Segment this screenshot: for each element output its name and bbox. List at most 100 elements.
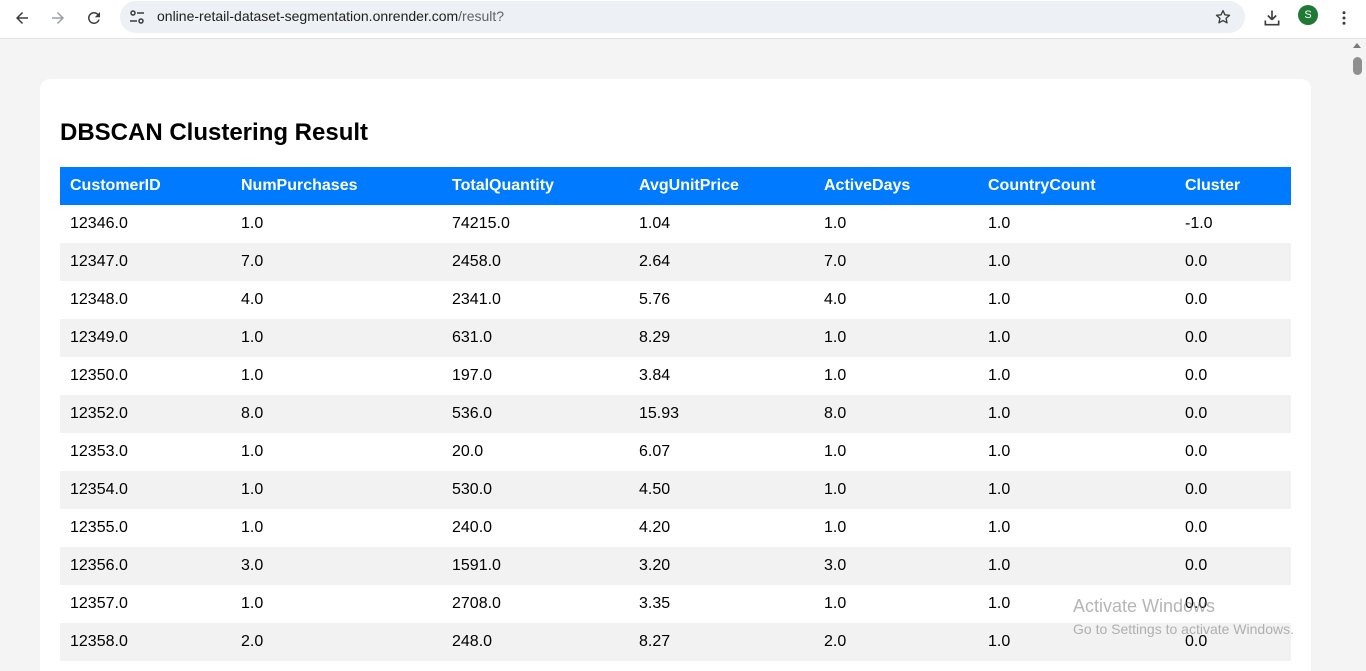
browser-toolbar: online-retail-dataset-segmentation.onren… — [0, 0, 1366, 39]
table-cell: 0.0 — [1185, 443, 1208, 460]
arrow-left-icon — [16, 12, 28, 24]
table-row: 12349.0 1.0 631.0 8.29 1.0 1.0 0.0 — [60, 319, 1291, 357]
column-header: TotalQuantity — [452, 177, 554, 194]
table-cell: 12346.0 — [70, 215, 128, 232]
column-header: CountryCount — [988, 177, 1096, 194]
table-cell: 20.0 — [452, 443, 484, 460]
table-cell: 0.0 — [1185, 519, 1208, 536]
table-cell: 2708.0 — [452, 595, 501, 612]
table-cell: 1.0 — [824, 443, 847, 460]
table-body: 12346.0 1.0 74215.0 1.04 1.0 1.0 -1.0 12347.0 7.… — [60, 205, 1291, 661]
table-cell: 248.0 — [452, 633, 493, 650]
table-cell: 4.20 — [639, 519, 671, 536]
table-cell: 0.0 — [1185, 481, 1208, 498]
menu-button[interactable] — [1329, 3, 1359, 33]
result-card: DBSCAN Clustering Result CustomerID NumPu… — [40, 79, 1311, 671]
table-cell: 12353.0 — [70, 443, 128, 460]
table-cell: 3.35 — [639, 595, 671, 612]
table-cell: 1.0 — [988, 633, 1011, 650]
table-cell: 8.0 — [241, 405, 264, 422]
table-row: 12354.0 1.0 530.0 4.50 1.0 1.0 0.0 — [60, 471, 1291, 509]
table-cell: 2.0 — [824, 633, 847, 650]
table-cell: 0.0 — [1185, 557, 1208, 574]
reload-button[interactable] — [79, 3, 109, 33]
table-row: 12356.0 3.0 1591.0 3.20 3.0 1.0 0.0 — [60, 547, 1291, 585]
site-info-icon[interactable] — [127, 7, 147, 27]
table-row: 12352.0 8.0 536.0 15.93 8.0 1.0 0.0 — [60, 395, 1291, 433]
table-cell: 12358.0 — [70, 633, 128, 650]
table-cell: 8.29 — [639, 329, 671, 346]
table-cell: 2341.0 — [452, 291, 501, 308]
forward-button[interactable] — [43, 3, 73, 33]
table-row: 12355.0 1.0 240.0 4.20 1.0 1.0 0.0 — [60, 509, 1291, 547]
table-cell: 74215.0 — [452, 215, 510, 232]
table-cell: 1.0 — [241, 215, 264, 232]
table-cell: 12350.0 — [70, 367, 128, 384]
table-row: 12347.0 7.0 2458.0 2.64 7.0 1.0 0.0 — [60, 243, 1291, 281]
bookmark-star-icon[interactable] — [1213, 7, 1233, 27]
table-cell: 4.0 — [241, 291, 264, 308]
kebab-menu-icon — [1342, 11, 1346, 25]
table-cell: 2.0 — [241, 633, 264, 650]
results-table: CustomerID NumPurchases TotalQuantity AvgUn… — [60, 167, 1291, 661]
table-cell: 1.0 — [241, 443, 264, 460]
table-cell: 0.0 — [1185, 291, 1208, 308]
page-scrollbar[interactable] — [1349, 40, 1366, 671]
column-header: ActiveDays — [824, 177, 911, 194]
table-cell: 1.0 — [824, 481, 847, 498]
table-row: 12346.0 1.0 74215.0 1.04 1.0 1.0 -1.0 — [60, 205, 1291, 243]
table-cell: 1.0 — [988, 367, 1011, 384]
column-header: Cluster — [1185, 177, 1241, 194]
table-cell: 12356.0 — [70, 557, 128, 574]
table-cell: 12354.0 — [70, 481, 128, 498]
table-cell: 5.76 — [639, 291, 671, 308]
profile-avatar[interactable]: S — [1298, 5, 1318, 25]
table-cell: 0.0 — [1185, 405, 1208, 422]
table-cell: 1.0 — [988, 329, 1011, 346]
table-cell: 1.0 — [241, 481, 264, 498]
scroll-up-arrow-icon[interactable] — [1353, 43, 1361, 48]
table-header-row: CustomerID NumPurchases TotalQuantity AvgUn… — [60, 167, 1291, 205]
table-cell: 1.0 — [824, 519, 847, 536]
table-cell: 1.0 — [988, 405, 1011, 422]
table-cell: 6.07 — [639, 443, 671, 460]
table-cell: 0.0 — [1185, 367, 1208, 384]
table-row: 12353.0 1.0 20.0 6.07 1.0 1.0 0.0 — [60, 433, 1291, 471]
table-cell: 197.0 — [452, 367, 493, 384]
table-cell: 7.0 — [241, 253, 264, 270]
table-cell: 1.0 — [988, 253, 1011, 270]
scroll-thumb[interactable] — [1353, 57, 1362, 75]
table-cell: 0.0 — [1185, 633, 1208, 650]
page-title: DBSCAN Clustering Result — [60, 119, 369, 146]
column-header: NumPurchases — [241, 177, 358, 194]
arrow-right-icon — [52, 12, 64, 24]
table-cell: 1.0 — [824, 367, 847, 384]
table-cell: 1.0 — [824, 329, 847, 346]
table-cell: 1.0 — [241, 329, 264, 346]
table-cell: 0.0 — [1185, 253, 1208, 270]
downloads-button[interactable] — [1257, 3, 1287, 33]
table-cell: 3.0 — [241, 557, 264, 574]
table-cell: 12357.0 — [70, 595, 128, 612]
table-cell: 3.84 — [639, 367, 671, 384]
address-bar[interactable]: online-retail-dataset-segmentation.onren… — [120, 1, 1245, 33]
url-path: /result? — [458, 8, 505, 24]
table-cell: 1.04 — [639, 215, 671, 232]
table-cell: 2458.0 — [452, 253, 501, 270]
table-cell: 3.0 — [824, 557, 847, 574]
url-text[interactable]: online-retail-dataset-segmentation.onren… — [157, 1, 504, 33]
table-cell: 12348.0 — [70, 291, 128, 308]
table-cell: 631.0 — [452, 329, 493, 346]
table-cell: 4.0 — [824, 291, 847, 308]
reload-icon — [87, 11, 100, 24]
table-cell: 240.0 — [452, 519, 493, 536]
table-cell: 12352.0 — [70, 405, 128, 422]
table-cell: 15.93 — [639, 405, 680, 422]
column-header: CustomerID — [70, 177, 161, 194]
table-cell: 12355.0 — [70, 519, 128, 536]
table-cell: 1.0 — [241, 519, 264, 536]
back-button[interactable] — [7, 3, 37, 33]
table-cell: 1.0 — [824, 595, 847, 612]
table-cell: 1591.0 — [452, 557, 501, 574]
table-cell: 1.0 — [241, 367, 264, 384]
